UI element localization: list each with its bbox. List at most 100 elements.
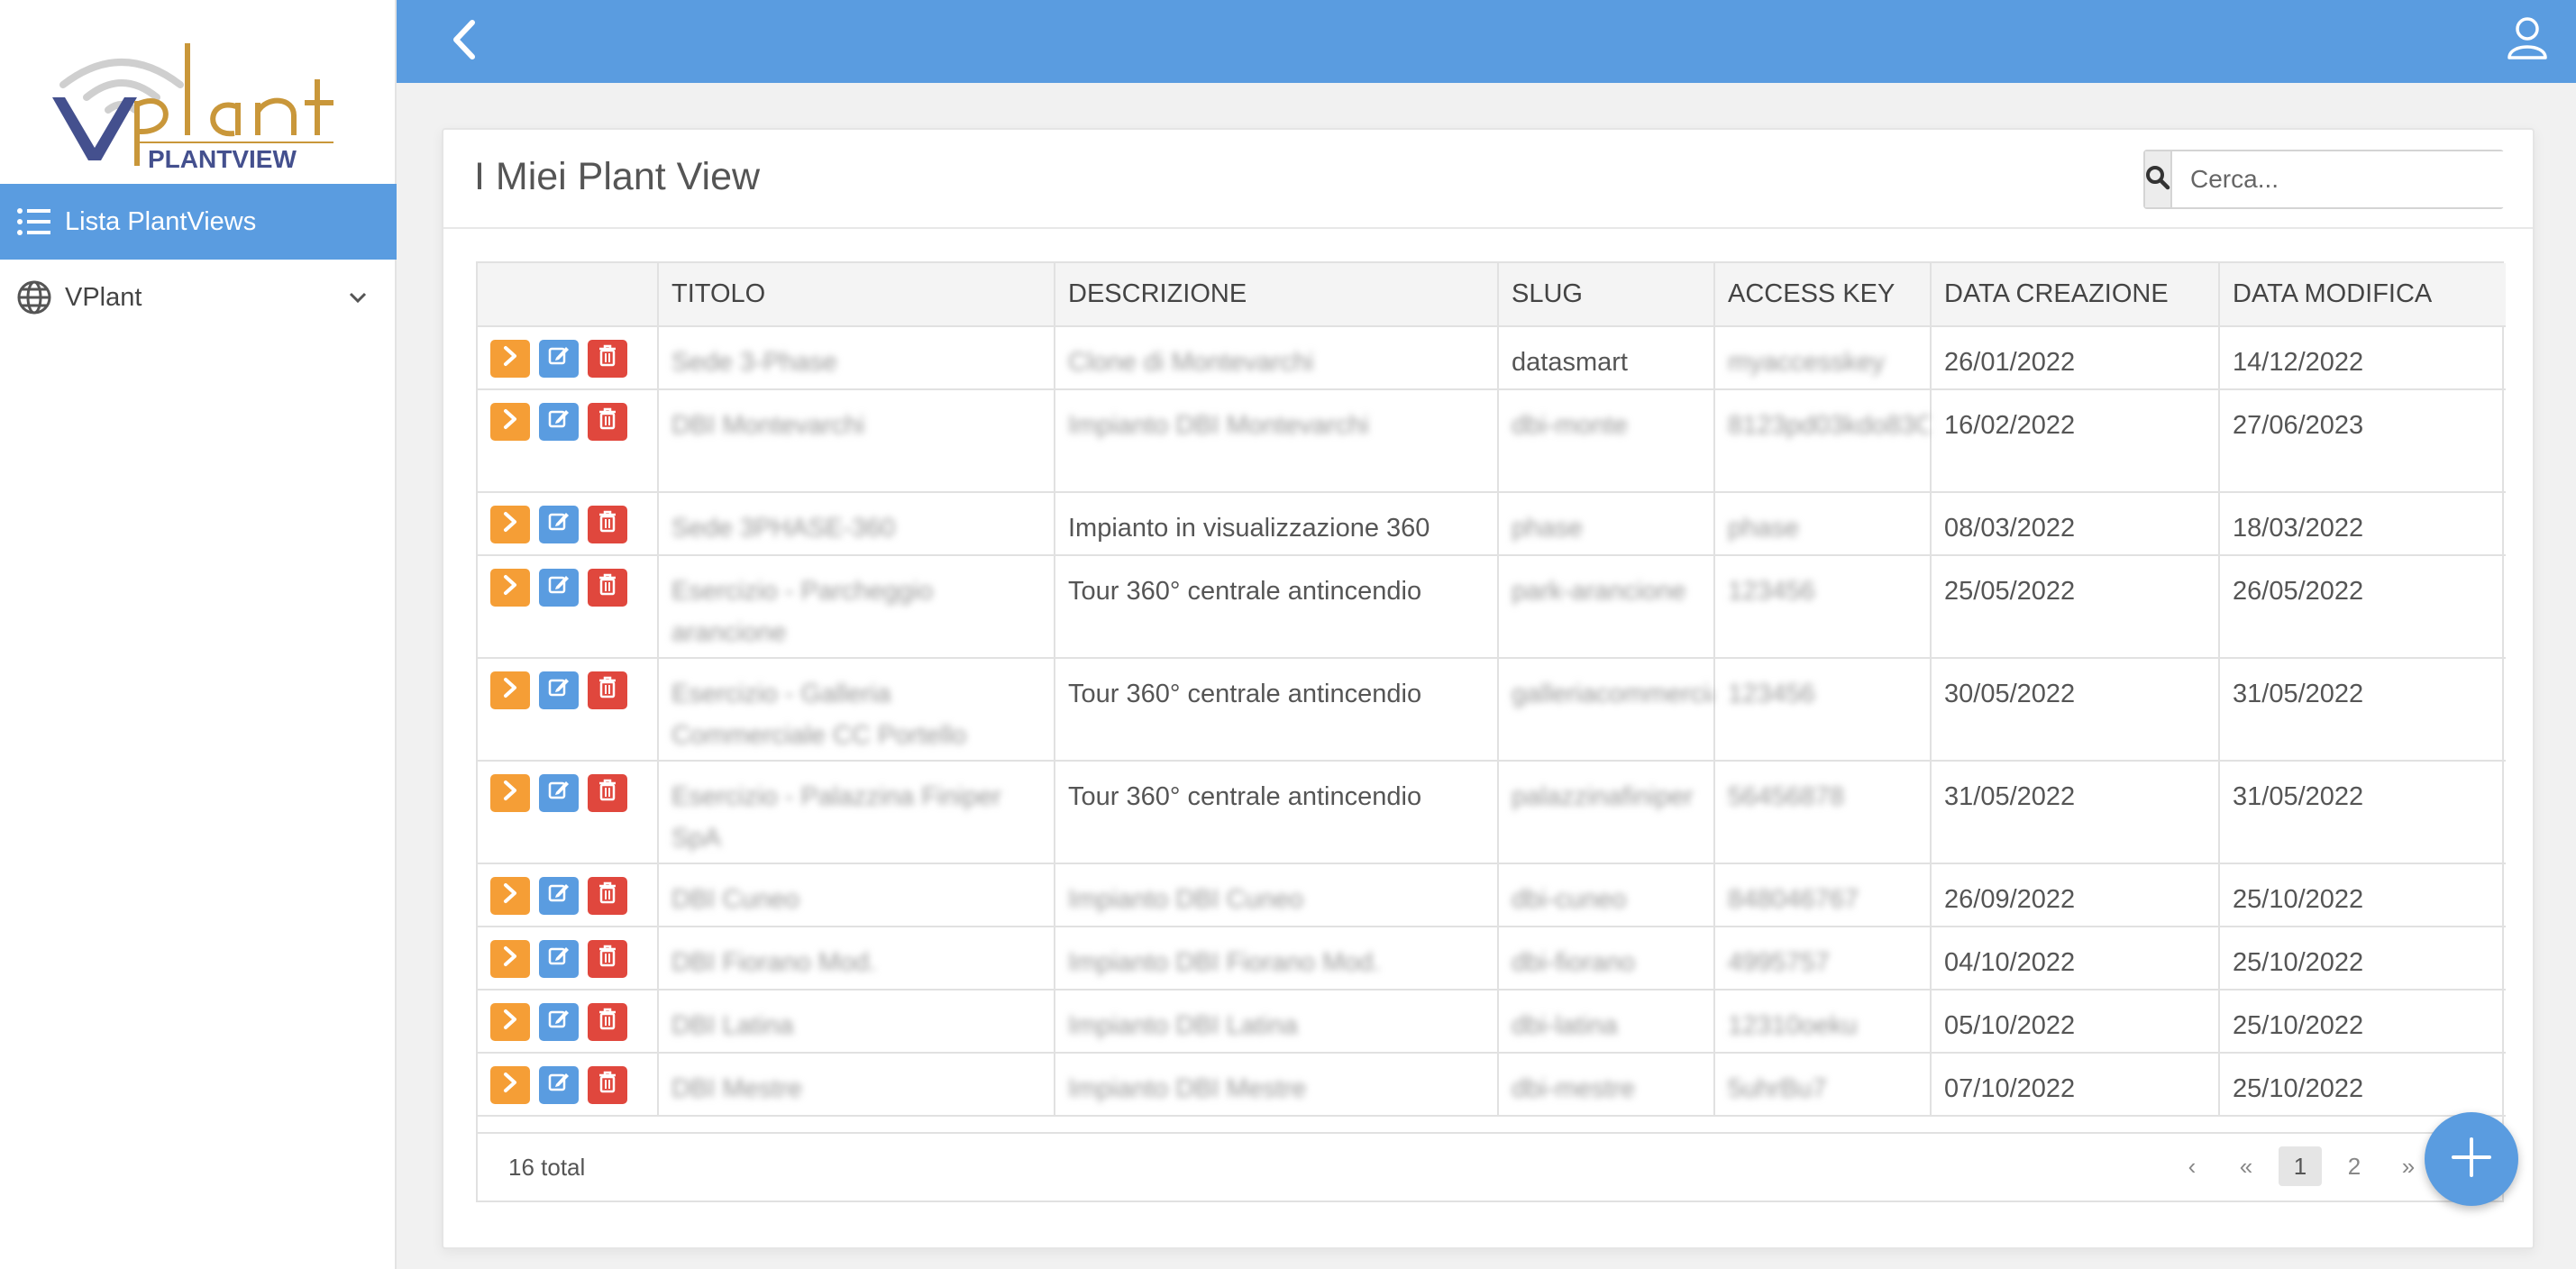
- cell-titolo: Esercizio - Galleria Commerciale CC Port…: [658, 658, 1055, 762]
- chevron-right-icon: [502, 1001, 518, 1043]
- svg-text:PLANTVIEW: PLANTVIEW: [148, 145, 297, 169]
- column-header-slug[interactable]: SLUG: [1498, 263, 1715, 327]
- cell-access-key: 848046767: [1714, 863, 1932, 927]
- edit-icon: [547, 772, 571, 814]
- row-actions: [478, 927, 659, 991]
- row-actions: [478, 990, 659, 1054]
- globe-icon: [14, 278, 54, 317]
- row-actions: [478, 761, 659, 864]
- column-header-titolo[interactable]: TITOLO: [658, 263, 1055, 327]
- row-actions: [478, 389, 659, 493]
- table-row: DBI Latina Impianto DBI Latina dbi-latina 1…: [478, 990, 2506, 1054]
- delete-button[interactable]: [588, 774, 627, 812]
- table-footer: 16 total ‹ « 1 2 »: [478, 1132, 2502, 1201]
- topbar: [397, 0, 2576, 83]
- cell-titolo: Esercizio - Palazzina Finiper SpA: [658, 761, 1055, 864]
- delete-button[interactable]: [588, 340, 627, 378]
- sidebar-item-vplant[interactable]: VPlant: [0, 260, 397, 335]
- cell-descrizione: Tour 360° centrale antincendio: [1055, 658, 1499, 762]
- cell-data-creazione: 08/03/2022: [1931, 492, 2220, 556]
- edit-button[interactable]: [539, 774, 579, 812]
- edit-icon: [547, 401, 571, 443]
- edit-button[interactable]: [539, 671, 579, 709]
- edit-button[interactable]: [539, 1066, 579, 1104]
- column-header-descrizione[interactable]: DESCRIZIONE: [1055, 263, 1499, 327]
- prev-page-button[interactable]: ‹: [2170, 1146, 2214, 1186]
- cell-access-key: 123456: [1714, 658, 1932, 762]
- cell-data-modifica: 26/05/2022: [2219, 555, 2506, 659]
- column-header-access-key[interactable]: ACCESS KEY: [1714, 263, 1932, 327]
- delete-button[interactable]: [588, 569, 627, 607]
- cell-descrizione: Impianto in visualizzazione 360: [1055, 492, 1499, 556]
- list-icon: [14, 202, 54, 242]
- delete-button[interactable]: [588, 1003, 627, 1041]
- first-page-button[interactable]: «: [2224, 1146, 2268, 1186]
- search-input[interactable]: [2172, 151, 2516, 207]
- open-button[interactable]: [490, 877, 530, 915]
- user-menu-button[interactable]: [2498, 11, 2556, 68]
- open-button[interactable]: [490, 569, 530, 607]
- column-header-actions: [478, 263, 659, 327]
- sidebar-item-label: VPlant: [65, 282, 142, 312]
- open-button[interactable]: [490, 403, 530, 441]
- open-button[interactable]: [490, 1066, 530, 1104]
- plantviews-card: I Miei Plant View TITOLO DESCRIZIONE SLU…: [442, 128, 2535, 1249]
- delete-button[interactable]: [588, 671, 627, 709]
- search-button[interactable]: [2145, 151, 2172, 207]
- trash-icon: [597, 938, 618, 980]
- delete-button[interactable]: [588, 940, 627, 978]
- delete-button[interactable]: [588, 506, 627, 543]
- plantviews-table: TITOLO DESCRIZIONE SLUG ACCESS KEY DATA …: [476, 261, 2506, 1202]
- open-button[interactable]: [490, 340, 530, 378]
- row-actions: [478, 326, 659, 390]
- column-header-data-creazione[interactable]: DATA CREAZIONE: [1931, 263, 2220, 327]
- cell-slug: phase: [1498, 492, 1715, 556]
- edit-button[interactable]: [539, 1003, 579, 1041]
- edit-button[interactable]: [539, 403, 579, 441]
- delete-button[interactable]: [588, 403, 627, 441]
- cell-titolo: Esercizio - Parcheggio arancione: [658, 555, 1055, 659]
- cell-titolo: Sede 3PHASE-360: [658, 492, 1055, 556]
- cell-access-key: 5uhrBu7: [1714, 1053, 1932, 1117]
- edit-button[interactable]: [539, 940, 579, 978]
- cell-access-key: 8123pd03kdo83Od4dfq3: [1714, 389, 1932, 493]
- open-button[interactable]: [490, 671, 530, 709]
- column-header-data-modifica[interactable]: DATA MODIFICA: [2219, 263, 2506, 327]
- edit-button[interactable]: [539, 340, 579, 378]
- sidebar-item-lista-plantviews[interactable]: Lista PlantViews: [0, 184, 397, 260]
- page-button-1[interactable]: 1: [2279, 1146, 2322, 1186]
- open-button[interactable]: [490, 506, 530, 543]
- cell-data-modifica: 18/03/2022: [2219, 492, 2506, 556]
- cell-slug: dbi-mestre: [1498, 1053, 1715, 1117]
- edit-button[interactable]: [539, 569, 579, 607]
- last-page-button[interactable]: »: [2387, 1146, 2430, 1186]
- chevron-right-icon: [502, 670, 518, 711]
- cell-slug: dbi-monte: [1498, 389, 1715, 493]
- back-button[interactable]: [436, 14, 490, 68]
- trash-icon: [597, 338, 618, 379]
- delete-button[interactable]: [588, 1066, 627, 1104]
- page-button-2[interactable]: 2: [2333, 1146, 2376, 1186]
- cell-slug: dbi-fiorano: [1498, 927, 1715, 991]
- search-box: [2143, 150, 2516, 209]
- cell-data-creazione: 26/01/2022: [1931, 326, 2220, 390]
- plus-icon: [2450, 1136, 2493, 1183]
- cell-data-modifica: 25/10/2022: [2219, 927, 2506, 991]
- edit-button[interactable]: [539, 877, 579, 915]
- delete-button[interactable]: [588, 877, 627, 915]
- cell-data-creazione: 16/02/2022: [1931, 389, 2220, 493]
- chevron-right-icon: [502, 1064, 518, 1106]
- add-plantview-button[interactable]: [2425, 1112, 2518, 1206]
- cell-slug: galleriacommerciale: [1498, 658, 1715, 762]
- cell-data-modifica: 25/10/2022: [2219, 990, 2506, 1054]
- table-row: Esercizio - Palazzina Finiper SpA Tour 36…: [478, 761, 2506, 864]
- cell-descrizione: Impianto DBI Latina: [1055, 990, 1499, 1054]
- row-actions: [478, 658, 659, 762]
- table-row: Esercizio - Parcheggio arancione Tour 360…: [478, 555, 2506, 659]
- edit-button[interactable]: [539, 506, 579, 543]
- cell-titolo: Sede 3-Phase: [658, 326, 1055, 390]
- table-row: DBI Montevarchi Impianto DBI Montevarchi d…: [478, 389, 2506, 493]
- open-button[interactable]: [490, 1003, 530, 1041]
- open-button[interactable]: [490, 774, 530, 812]
- open-button[interactable]: [490, 940, 530, 978]
